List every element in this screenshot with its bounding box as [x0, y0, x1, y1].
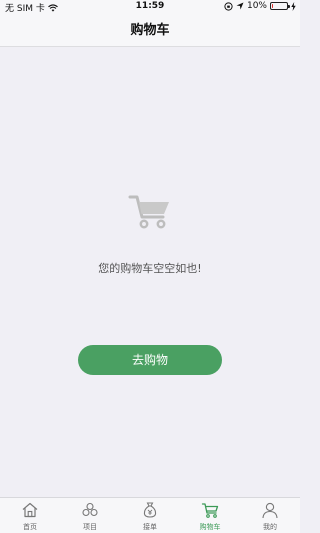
- tab-label: 接单: [143, 523, 157, 531]
- tab-cart[interactable]: 购物车: [180, 498, 240, 533]
- tab-bar: 首页 项目 接单 购物车 我的: [0, 497, 300, 533]
- tab-profile[interactable]: 我的: [240, 498, 300, 533]
- money-bag-icon: [143, 502, 157, 518]
- coins-icon: [82, 502, 98, 517]
- charging-bolt-icon: [291, 1, 296, 11]
- tab-label: 我的: [263, 523, 277, 531]
- empty-cart-icon: [128, 195, 169, 229]
- tab-label: 项目: [83, 523, 97, 531]
- tab-label: 购物车: [199, 523, 221, 531]
- tab-label: 首页: [23, 523, 37, 531]
- orientation-lock-icon: [224, 1, 233, 11]
- home-icon: [22, 502, 38, 518]
- tab-projects[interactable]: 项目: [60, 498, 120, 533]
- empty-cart-message: 您的购物车空空如也!: [98, 262, 202, 275]
- status-right: 10%: [224, 1, 296, 11]
- nav-bar: 购物车: [0, 14, 300, 47]
- cart-icon: [201, 503, 219, 518]
- battery-level: [272, 4, 273, 8]
- status-bar: 无 SIM 卡 11:59 10%: [0, 0, 300, 14]
- battery-icon: [270, 2, 290, 10]
- page-title: 购物车: [130, 23, 170, 38]
- go-shopping-button[interactable]: 去购物: [78, 345, 222, 375]
- user-icon: [262, 502, 278, 519]
- tab-orders[interactable]: 接单: [120, 498, 180, 533]
- location-arrow-icon: [236, 2, 244, 10]
- battery-percent: 10%: [246, 1, 267, 11]
- tab-home[interactable]: 首页: [0, 498, 60, 533]
